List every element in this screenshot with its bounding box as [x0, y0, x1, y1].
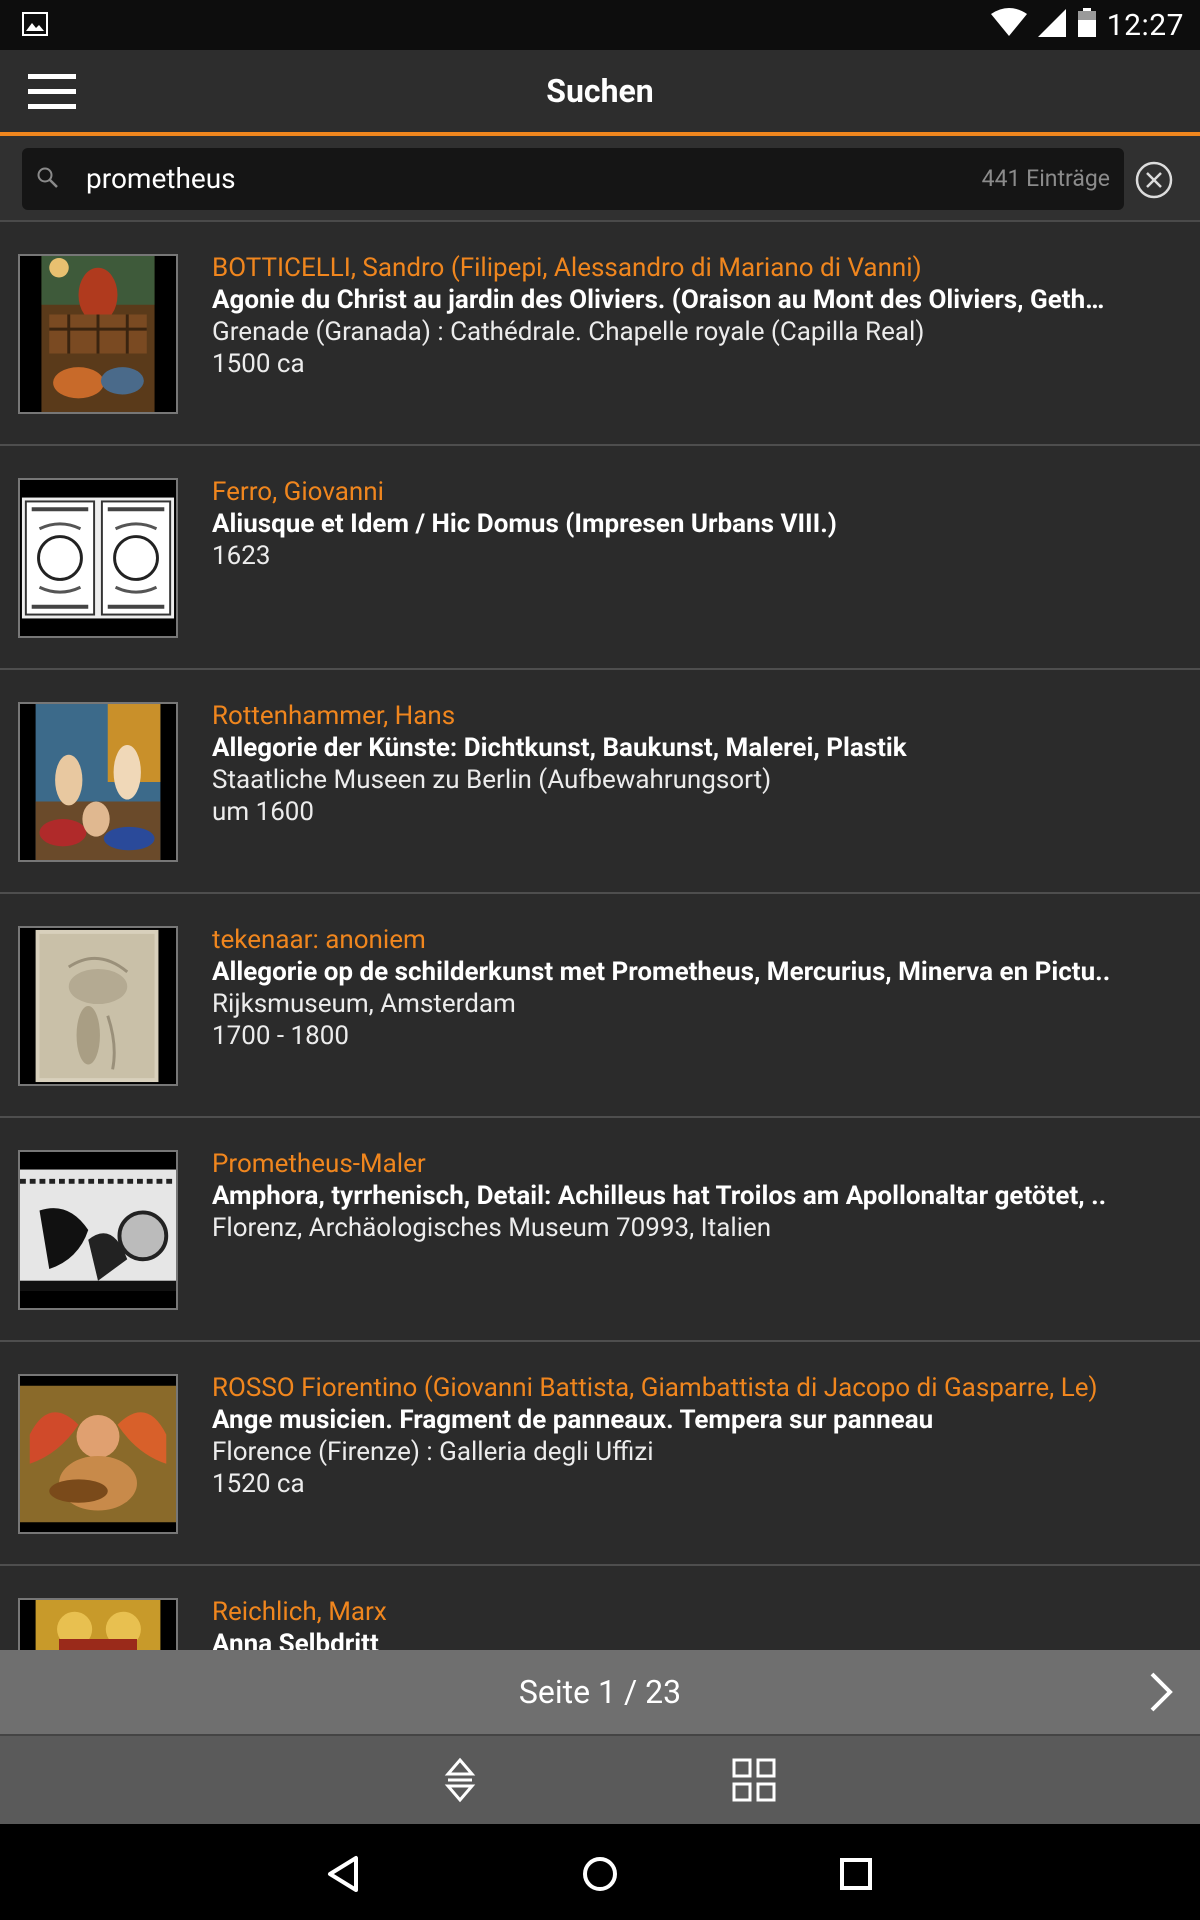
artwork-thumbnail [18, 1598, 178, 1650]
nav-home-button[interactable] [576, 1850, 624, 1898]
search-input[interactable]: prometheus 441 Einträge [22, 148, 1124, 210]
sort-up-down-icon [444, 1757, 476, 1803]
result-list[interactable]: BOTTICELLI, Sandro (Filipepi, Alessandro… [0, 222, 1200, 1650]
grid-view-button[interactable] [732, 1758, 776, 1802]
artist-name: Prometheus-Maler [212, 1149, 426, 1179]
chevron-right-icon [1150, 1672, 1173, 1712]
artist-name: tekenaar: anoniem [212, 925, 426, 955]
clock: 12:27 [1106, 7, 1184, 43]
image-notification-icon [22, 12, 48, 40]
artwork-date: 1520 ca [212, 1469, 305, 1499]
artwork-thumbnail [18, 254, 178, 414]
nav-back-button[interactable] [320, 1850, 368, 1898]
artwork-location: Rijksmuseum, Amsterdam [212, 989, 516, 1019]
page-indicator: Seite 1 / 23 [518, 1673, 682, 1711]
list-item[interactable]: ROSSO Fiorentino (Giovanni Battista, Gia… [0, 1342, 1200, 1566]
clear-circle-x-icon [1135, 161, 1173, 199]
system-nav-bar [0, 1824, 1200, 1920]
nav-recents-button[interactable] [832, 1850, 880, 1898]
search-bar: prometheus 441 Einträge [0, 136, 1200, 222]
action-bar: Suchen [0, 50, 1200, 132]
artwork-thumbnail [18, 702, 178, 862]
circle-home-icon [583, 1857, 617, 1891]
search-icon [36, 166, 60, 194]
artwork-thumbnail [18, 1150, 178, 1310]
status-bar: 12:27 [0, 0, 1200, 50]
triangle-back-icon [328, 1856, 358, 1892]
artwork-location: Staatliche Museen zu Berlin (Aufbewahrun… [212, 765, 772, 795]
artwork-date: 1500 ca [212, 349, 305, 379]
artist-name: Ferro, Giovanni [212, 477, 384, 507]
artwork-location: Grenade (Granada) : Cathédrale. Chapelle… [212, 317, 925, 347]
artwork-title: Amphora, tyrrhenisch, Detail: Achilleus … [212, 1181, 1107, 1211]
result-count: 441 Einträge [981, 165, 1110, 192]
list-item[interactable]: tekenaar: anoniem Allegorie op de schild… [0, 894, 1200, 1118]
artwork-location: Florenz, Archäologisches Museum 70993, I… [212, 1213, 772, 1243]
square-recents-icon [840, 1858, 872, 1890]
artist-name: BOTTICELLI, Sandro (Filipepi, Alessandro… [212, 253, 922, 283]
bottom-toolbar [0, 1736, 1200, 1824]
artwork-title: Allegorie op de schilderkunst met Promet… [212, 957, 1111, 987]
search-query[interactable]: prometheus [86, 148, 236, 210]
artwork-title: Aliusque et Idem / Hic Domus (Impresen U… [212, 509, 837, 539]
artwork-title: Anna Selbdritt [212, 1629, 379, 1650]
list-item[interactable]: Prometheus-Maler Amphora, tyrrhenisch, D… [0, 1118, 1200, 1342]
wifi-icon [990, 8, 1027, 42]
pager: Seite 1 / 23 [0, 1650, 1200, 1734]
cell-signal-icon [1037, 8, 1067, 42]
grid-view-icon [732, 1758, 776, 1802]
list-item[interactable]: Reichlich, Marx Anna Selbdritt [0, 1566, 1200, 1650]
artwork-date: um 1600 [212, 797, 315, 827]
artwork-location: 1623 [212, 541, 271, 571]
artist-name: ROSSO Fiorentino (Giovanni Battista, Gia… [212, 1373, 1098, 1403]
artwork-title: Ange musicien. Fragment de panneaux. Tem… [212, 1405, 934, 1435]
page-title: Suchen [546, 72, 654, 110]
list-item[interactable]: BOTTICELLI, Sandro (Filipepi, Alessandro… [0, 222, 1200, 446]
artwork-title: Allegorie der Künste: Dichtkunst, Baukun… [212, 733, 907, 763]
artist-name: Rottenhammer, Hans [212, 701, 456, 731]
sort-button[interactable] [440, 1756, 480, 1804]
artwork-title: Agonie du Christ au jardin des Oliviers.… [212, 285, 1105, 315]
artwork-date: 1700 - 1800 [212, 1021, 349, 1051]
artwork-thumbnail [18, 926, 178, 1086]
artwork-thumbnail [18, 478, 178, 638]
artist-name: Reichlich, Marx [212, 1597, 387, 1627]
next-page-button[interactable] [1140, 1668, 1180, 1716]
list-item[interactable]: Rottenhammer, Hans Allegorie der Künste:… [0, 670, 1200, 894]
list-item[interactable]: Ferro, Giovanni Aliusque et Idem / Hic D… [0, 446, 1200, 670]
clear-search-button[interactable] [1134, 160, 1174, 200]
artwork-thumbnail [18, 1374, 178, 1534]
artwork-location: Florence (Firenze) : Galleria degli Uffi… [212, 1437, 654, 1467]
battery-icon [1077, 8, 1097, 42]
